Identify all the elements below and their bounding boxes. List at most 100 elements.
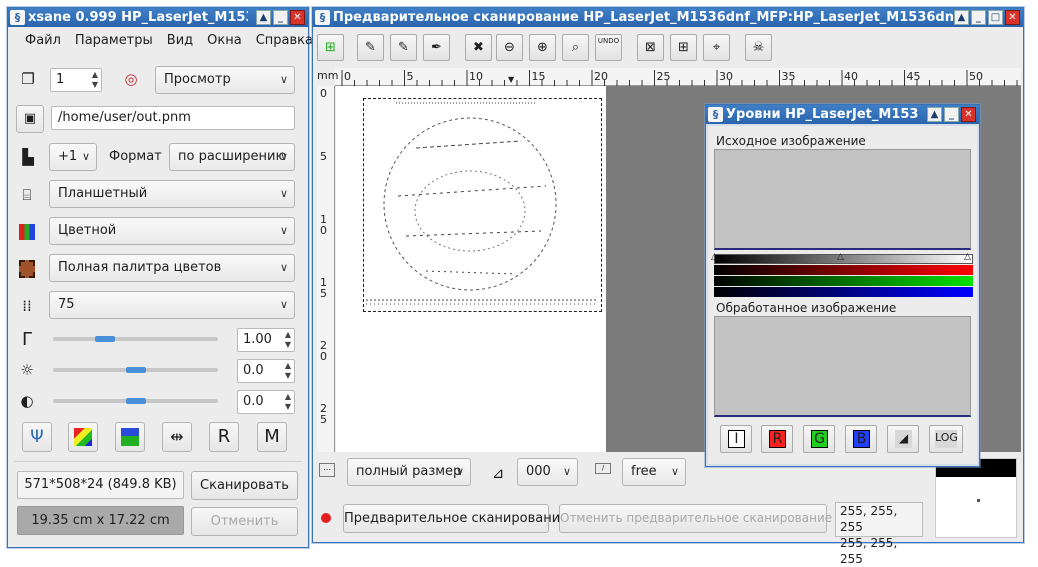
copies-spinbox[interactable]: 1 ▲ ▼ xyxy=(50,68,102,92)
spin-arrows-icon[interactable]: ▲ ▼ xyxy=(285,392,291,412)
maximize-icon[interactable]: ▲ xyxy=(927,107,942,122)
log-scale-button[interactable]: LOG xyxy=(929,425,963,453)
eyedropper-gray-button[interactable]: ✎ xyxy=(390,34,417,61)
maximize-icon[interactable]: ▲ xyxy=(256,10,271,25)
intensity-button[interactable]: I xyxy=(720,425,752,453)
dimensions-display: 19.35 cm x 17.22 cm xyxy=(17,506,184,535)
eyedropper-white-button[interactable]: ✎ xyxy=(357,34,384,61)
navigation-thumbnail[interactable] xyxy=(935,458,1017,538)
autoselect-button[interactable]: ⊠ xyxy=(637,34,664,61)
landscape-button[interactable] xyxy=(115,422,145,452)
chevron-down-icon: ∨ xyxy=(562,465,571,478)
zoom-fit-button[interactable]: ⌕ xyxy=(562,34,589,61)
histogram-color-button[interactable] xyxy=(68,422,98,452)
preview-scan-button[interactable]: Предварительное сканирование xyxy=(343,504,568,533)
image-size-display: 571*508*24 (849.8 KB) xyxy=(17,471,184,499)
gamma-spinbox[interactable]: 1.00 ▲ ▼ xyxy=(237,328,295,352)
format-combo[interactable]: по расширению ∨ xyxy=(169,143,295,171)
close-icon[interactable]: ✕ xyxy=(290,10,305,25)
zoom-in-button[interactable]: ⊕ xyxy=(529,34,556,61)
xsane-app-icon[interactable]: § xyxy=(10,10,25,25)
gamma-slider-thumb[interactable] xyxy=(95,336,116,342)
spin-arrows-icon[interactable]: ▲ ▼ xyxy=(285,361,291,381)
undo-button[interactable]: UNDO xyxy=(595,34,622,61)
step-combo[interactable]: +1 ∨ xyxy=(49,143,97,171)
select-area-button[interactable]: ⊞ xyxy=(317,34,344,61)
rotation-combo[interactable]: 000 ∨ xyxy=(517,458,578,486)
contrast-spinbox[interactable]: 0.0 ▲ ▼ xyxy=(237,390,295,414)
filename-input[interactable]: /home/user/out.pnm xyxy=(51,106,295,130)
ruler-label: 15 xyxy=(531,70,546,83)
maximize-icon[interactable]: ▲ xyxy=(954,10,969,25)
black-point-marker[interactable]: △ xyxy=(711,252,718,262)
resolution-combo[interactable]: 75 ∨ xyxy=(49,291,295,319)
xsane-app-icon[interactable]: § xyxy=(315,10,330,25)
contrast-slider-thumb[interactable] xyxy=(125,398,146,404)
minimize-icon[interactable]: _ xyxy=(971,10,986,25)
eyedropper-icon: ✎ xyxy=(398,40,409,55)
menu-view[interactable]: Вид xyxy=(160,33,200,48)
m-button[interactable]: M xyxy=(257,422,287,452)
ratio-combo[interactable]: free ∨ xyxy=(622,458,686,486)
mid-point-marker[interactable]: △ xyxy=(837,252,844,262)
cancel-preview-button[interactable]: Отменить предварительное сканирование xyxy=(559,504,832,533)
green-channel-button[interactable]: G xyxy=(803,425,835,453)
menu-options[interactable]: Параметры xyxy=(68,33,160,48)
blue-gradient-bar[interactable] xyxy=(714,287,973,297)
mode-combo[interactable]: Просмотр ∨ xyxy=(155,66,295,94)
close-icon[interactable]: ✕ xyxy=(1005,10,1020,25)
vertical-ruler-label: 1 0 xyxy=(320,213,327,237)
levels-titlebar[interactable]: § Уровни HP_LaserJet_M1536dnf_MFP ▲ _ ✕ xyxy=(706,105,979,124)
green-channel-label: G xyxy=(811,430,828,448)
white-point-marker[interactable]: △ xyxy=(964,252,971,262)
color-mode-combo[interactable]: Цветной ∨ xyxy=(49,217,295,245)
minimize-icon[interactable]: _ xyxy=(273,10,288,25)
mirror-button[interactable]: ⇹ xyxy=(162,422,192,452)
source-combo[interactable]: Планшетный ∨ xyxy=(49,180,295,208)
main-titlebar[interactable]: § xsane 0.999 HP_LaserJet_M1536dnf_MFP ▲… xyxy=(8,8,308,27)
zoom-combo[interactable]: полный размер ∨ xyxy=(347,458,471,486)
green-gradient-bar[interactable] xyxy=(714,276,973,286)
step-combo-label: +1 xyxy=(58,149,78,164)
gamma-slider[interactable] xyxy=(53,337,218,341)
vertical-ruler-label: 1 5 xyxy=(320,276,327,300)
source-histogram xyxy=(714,149,971,250)
select-all-button[interactable]: ⊞ xyxy=(670,34,697,61)
source-combo-label: Планшетный xyxy=(58,186,148,201)
delete-preview-button[interactable]: ☠ xyxy=(745,34,772,61)
minimize-icon[interactable]: _ xyxy=(944,107,959,122)
menu-windows[interactable]: Окна xyxy=(200,33,249,48)
histogram-mode-button[interactable]: ◢ xyxy=(887,425,919,453)
ruler-label: 5 xyxy=(406,70,414,83)
restore-icon[interactable]: □ xyxy=(988,10,1003,25)
xsane-app-icon[interactable]: § xyxy=(708,107,723,122)
chevron-down-icon: ∨ xyxy=(279,224,288,237)
red-channel-button[interactable]: R xyxy=(761,425,793,453)
spin-arrows-icon[interactable]: ▲ ▼ xyxy=(92,70,98,90)
r-button[interactable]: R xyxy=(209,422,239,452)
status-indicator-icon xyxy=(321,513,331,523)
eyedropper-black-button[interactable]: ✒ xyxy=(423,34,450,61)
menu-help[interactable]: Справка xyxy=(249,33,320,48)
preview-titlebar[interactable]: § Предварительное сканирование HP_LaserJ… xyxy=(313,8,1023,27)
scan-button[interactable]: Сканировать xyxy=(191,471,298,500)
vertical-ruler-label: 2 0 xyxy=(320,339,327,363)
eyedropper-icon: ✒ xyxy=(431,40,442,55)
blue-channel-button[interactable]: B xyxy=(845,425,877,453)
chevron-down-icon: ∨ xyxy=(279,73,288,86)
brightness-spinbox[interactable]: 0.0 ▲ ▼ xyxy=(237,359,295,383)
menu-file[interactable]: Файл xyxy=(18,33,68,48)
reset-crop-button[interactable]: ✖ xyxy=(465,34,492,61)
red-gradient-bar[interactable] xyxy=(714,265,973,275)
close-icon[interactable]: ✕ xyxy=(961,107,976,122)
flatbed-icon: ⌸ xyxy=(22,186,32,204)
brightness-slider-thumb[interactable] xyxy=(125,367,146,373)
save-file-button[interactable]: ▣ xyxy=(16,105,44,133)
depth-combo[interactable]: Полная палитра цветов ∨ xyxy=(49,254,295,282)
zoom-out-button[interactable]: ⊖ xyxy=(496,34,523,61)
cancel-button[interactable]: Отменить xyxy=(191,507,298,536)
ruler-label: 20 xyxy=(594,70,608,83)
spin-arrows-icon[interactable]: ▲ ▼ xyxy=(285,330,291,350)
trident-button[interactable]: Ψ xyxy=(22,422,52,452)
center-button[interactable]: ⌖ xyxy=(703,34,730,61)
